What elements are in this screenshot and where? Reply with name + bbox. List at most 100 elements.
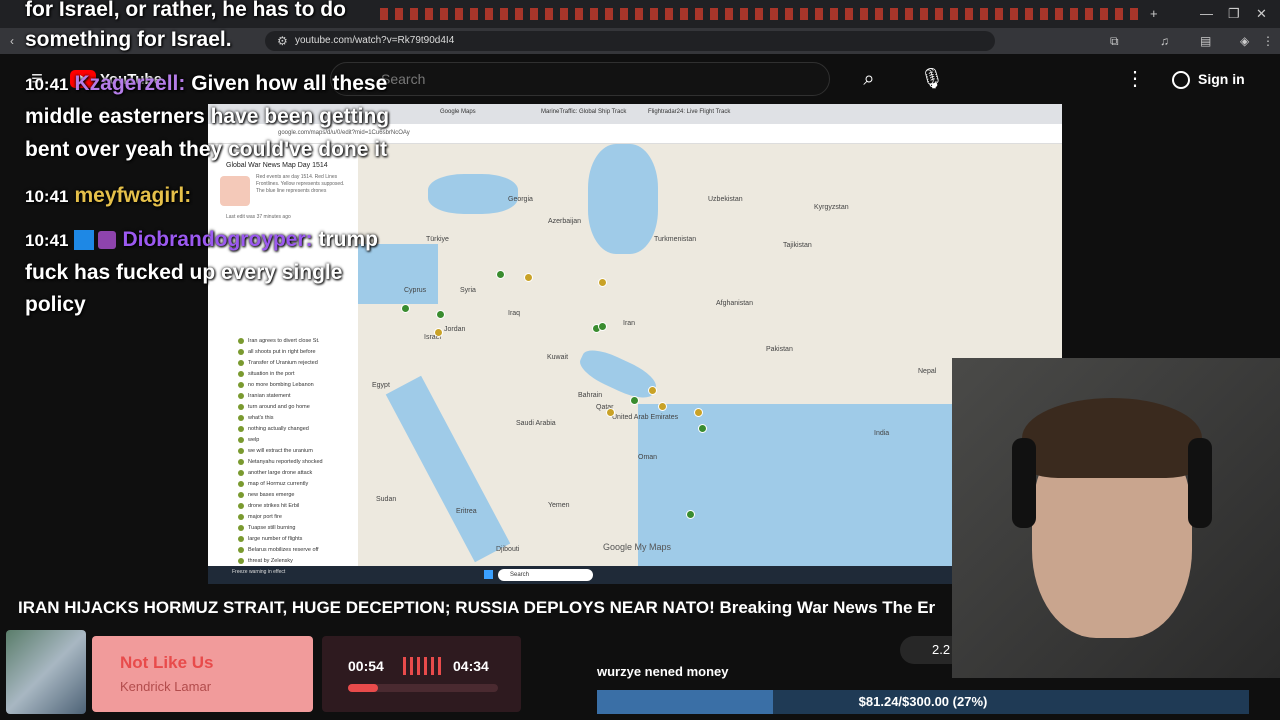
map-layer-item[interactable]: large number of flights: [238, 534, 323, 545]
map-layer-item[interactable]: map of Hormuz currently: [238, 479, 323, 490]
map-marker-icon[interactable]: [598, 278, 607, 287]
chat-line: something for Israel.: [25, 28, 232, 51]
map-layer-item[interactable]: another large drone attack: [238, 468, 323, 479]
map-layer-item[interactable]: no more bombing Lebanon: [238, 380, 323, 391]
media-icon[interactable]: ♫: [1160, 34, 1169, 48]
chat-text: trump: [318, 228, 379, 251]
map-marker-icon[interactable]: [434, 328, 443, 337]
map-label-uzbekistan: Uzbekistan: [708, 196, 743, 203]
like-button[interactable]: 2.2: [900, 636, 952, 664]
map-layers-panel: Global War News Map Day 1514 Red events …: [208, 144, 358, 575]
map-marker-icon[interactable]: [606, 408, 615, 417]
maximize-icon[interactable]: ❐: [1228, 6, 1240, 22]
map-marker-icon[interactable]: [698, 424, 707, 433]
site-info-icon[interactable]: ⚙: [277, 34, 288, 48]
map-label-jordan: Jordan: [444, 326, 466, 333]
map-label-yemen: Yemen: [548, 502, 570, 509]
badge-icon: [74, 230, 95, 251]
map-layer-item[interactable]: major port fire: [238, 512, 323, 523]
now-playing-card: Not Like Us Kendrick Lamar: [92, 636, 313, 712]
search-icon[interactable]: ⌕: [852, 62, 886, 96]
address-url: youtube.com/watch?v=Rk79t90d4I4: [295, 35, 455, 46]
inner-tab-2: MarineTraffic: Global Ship Track: [541, 109, 627, 115]
chat-username: Diobrandogroyper:: [122, 228, 313, 251]
map-marker-icon[interactable]: [630, 396, 639, 405]
map-layer-item[interactable]: drone strikes hit Erbil: [238, 501, 323, 512]
more-options-icon[interactable]: ⋮: [1118, 62, 1152, 96]
map-layer-item[interactable]: turn around and go home: [238, 402, 323, 413]
black-sea: [428, 174, 518, 214]
chat-username: meyfwagirl:: [74, 184, 192, 207]
goal-progress-bar: $81.24/$300.00 (27%): [597, 690, 1249, 714]
song-artist: Kendrick Lamar: [120, 679, 212, 694]
map-label-kyrgyzstan: Kyrgyzstan: [814, 204, 849, 211]
map-panel-title: Global War News Map Day 1514: [226, 162, 328, 169]
map-layer-item[interactable]: Iran agrees to divert close St.: [238, 336, 323, 347]
streamer-hair: [1022, 398, 1202, 478]
map-marker-icon[interactable]: [648, 386, 657, 395]
map-layer-item[interactable]: Transfer of Uranium rejected: [238, 358, 323, 369]
map-label-kuwait: Kuwait: [547, 354, 569, 361]
map-marker-icon[interactable]: [686, 510, 695, 519]
map-label-oman: Oman: [638, 454, 658, 461]
inner-tab-1: Google Maps: [440, 109, 476, 115]
map-layer-item[interactable]: Netanyahu reportedly shocked: [238, 457, 323, 468]
like-count: 2.2: [932, 642, 951, 657]
search-input[interactable]: Search: [330, 62, 830, 96]
map-label-tajikistan: Tajikistan: [783, 242, 812, 249]
map-label-azerbaijan: Azerbaijan: [548, 218, 582, 225]
chat-message-kzagerzell: 10:41 Kzagerzell: Given how all these: [25, 72, 387, 96]
inner-tab-3: Flightradar24: Live Flight Track: [648, 109, 731, 115]
map-layer-item[interactable]: what's this: [238, 413, 323, 424]
sign-in-button[interactable]: Sign in: [1168, 63, 1268, 95]
chat-line: middle easterners have been getting: [25, 105, 390, 128]
map-marker-icon[interactable]: [598, 322, 607, 331]
map-marker-icon[interactable]: [401, 304, 410, 313]
map-marker-icon[interactable]: [524, 273, 533, 282]
map-label-t-rkiye: Türkiye: [426, 236, 449, 243]
map-layer-item[interactable]: Iranian statement: [238, 391, 323, 402]
chat-timestamp: 10:41: [25, 231, 69, 250]
map-marker-icon[interactable]: [658, 402, 667, 411]
map-layer-item[interactable]: situation in the port: [238, 369, 323, 380]
map-marker-icon[interactable]: [496, 270, 505, 279]
inner-url: google.com/maps/d/u/0/edit?mid=1Cu6sbrNc…: [278, 130, 410, 136]
shield-icon[interactable]: ◈: [1240, 34, 1249, 48]
chat-timestamp: 10:41: [25, 75, 69, 94]
chat-line: for Israel, or rather, he has to do: [25, 0, 346, 21]
mediterranean-sea: [358, 244, 438, 304]
map-layer-item[interactable]: Belarus mobilizes reserve off: [238, 545, 323, 556]
caspian-sea: [588, 144, 658, 254]
browser-tabs-row[interactable]: [380, 8, 1140, 20]
map-label-saudi-arabia: Saudi Arabia: [516, 420, 556, 427]
map-label-pakistan: Pakistan: [766, 346, 793, 353]
map-label-bahrain: Bahrain: [578, 392, 603, 399]
microphone-icon[interactable]: 🎙: [915, 62, 949, 96]
map-label-georgia: Georgia: [508, 196, 533, 203]
new-tab-icon[interactable]: +: [1150, 6, 1158, 21]
map-layer-item[interactable]: Tuapse still burning: [238, 523, 323, 534]
map-label-united-arab-emirates: United Arab Emirates: [612, 414, 679, 421]
map-layer-item[interactable]: all shoots put in right before: [238, 347, 323, 358]
map-layer-item[interactable]: nothing actually changed: [238, 424, 323, 435]
video-player[interactable]: Google Maps MarineTraffic: Global Ship T…: [208, 104, 1062, 584]
red-sea: [385, 375, 511, 563]
song-progress-fill: [348, 684, 378, 692]
sidebar-icon[interactable]: ▤: [1200, 34, 1211, 48]
map-marker-icon[interactable]: [436, 310, 445, 319]
map-layer-item[interactable]: we will extract the uranium: [238, 446, 323, 457]
minimize-icon[interactable]: —: [1200, 6, 1213, 21]
map-layer-item[interactable]: new bases emerge: [238, 490, 323, 501]
map-label-india: India: [874, 430, 890, 437]
map-marker-icon[interactable]: [694, 408, 703, 417]
map-label-afghanistan: Afghanistan: [716, 300, 753, 307]
map-layer-item[interactable]: welp: [238, 435, 323, 446]
google-maps-watermark: Google My Maps: [603, 542, 672, 552]
extension-icon[interactable]: ⧉: [1110, 34, 1119, 49]
close-window-icon[interactable]: ✕: [1256, 6, 1267, 22]
menu-icon[interactable]: ⋮: [1262, 34, 1274, 48]
streamer-avatar: [220, 176, 250, 206]
back-icon[interactable]: ‹: [10, 34, 14, 48]
map-label-syria: Syria: [460, 287, 476, 294]
address-bar[interactable]: ⚙ youtube.com/watch?v=Rk79t90d4I4: [265, 31, 995, 51]
